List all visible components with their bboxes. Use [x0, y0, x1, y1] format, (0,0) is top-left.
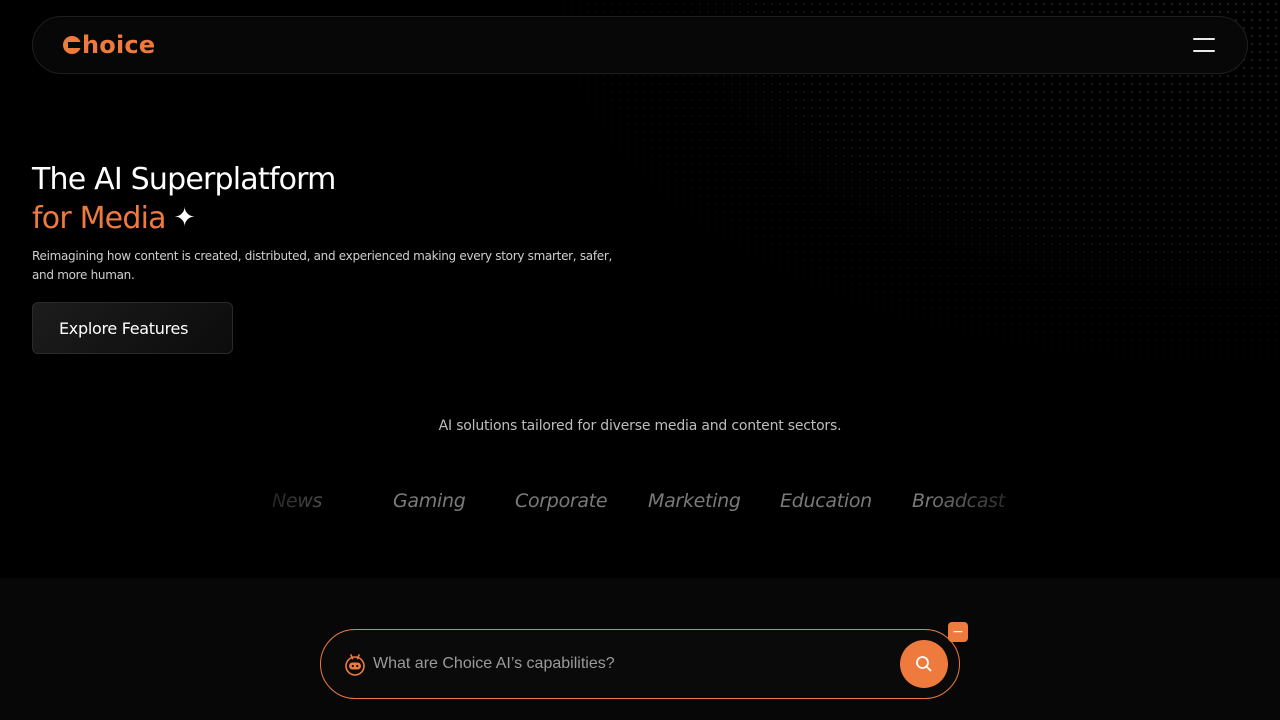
- sector-item-news: News: [272, 490, 323, 512]
- minimize-chat-button[interactable]: −: [948, 622, 968, 642]
- sector-item-education: Education: [780, 490, 872, 512]
- brand-logo[interactable]: hoice: [63, 31, 155, 59]
- chat-input[interactable]: [373, 655, 900, 673]
- sector-item-gaming: Gaming: [393, 490, 466, 512]
- sparkle-icon: ✦: [173, 203, 196, 233]
- explore-features-button[interactable]: Explore Features: [32, 302, 233, 354]
- sector-item-broadcast: Broadcast: [912, 490, 1005, 512]
- hero-description: Reimagining how content is created, dist…: [32, 249, 612, 282]
- sectors-caption: AI solutions tailored for diverse media …: [438, 418, 842, 434]
- search-button[interactable]: [900, 640, 948, 688]
- hamburger-menu-icon[interactable]: [1193, 38, 1215, 52]
- hero-title-accent-text: for Media: [32, 201, 167, 236]
- ai-chat-bar: [320, 629, 960, 699]
- sector-item-marketing: Marketing: [648, 490, 741, 512]
- top-navbar: hoice: [32, 16, 1248, 74]
- logo-text: hoice: [82, 31, 156, 59]
- sector-marquee: News Gaming Corporate Marketing Educatio…: [230, 490, 1050, 518]
- robot-icon: [345, 654, 365, 676]
- logo-c-mark-icon: [63, 36, 81, 54]
- search-icon: [916, 656, 932, 672]
- hero-title-accent: for Media ✦: [32, 199, 672, 238]
- hero-title: The AI Superplatform: [32, 162, 336, 197]
- sector-item-corporate: Corporate: [515, 490, 608, 512]
- hero-section: The AI Superplatform for Media ✦ Reimagi…: [32, 160, 672, 354]
